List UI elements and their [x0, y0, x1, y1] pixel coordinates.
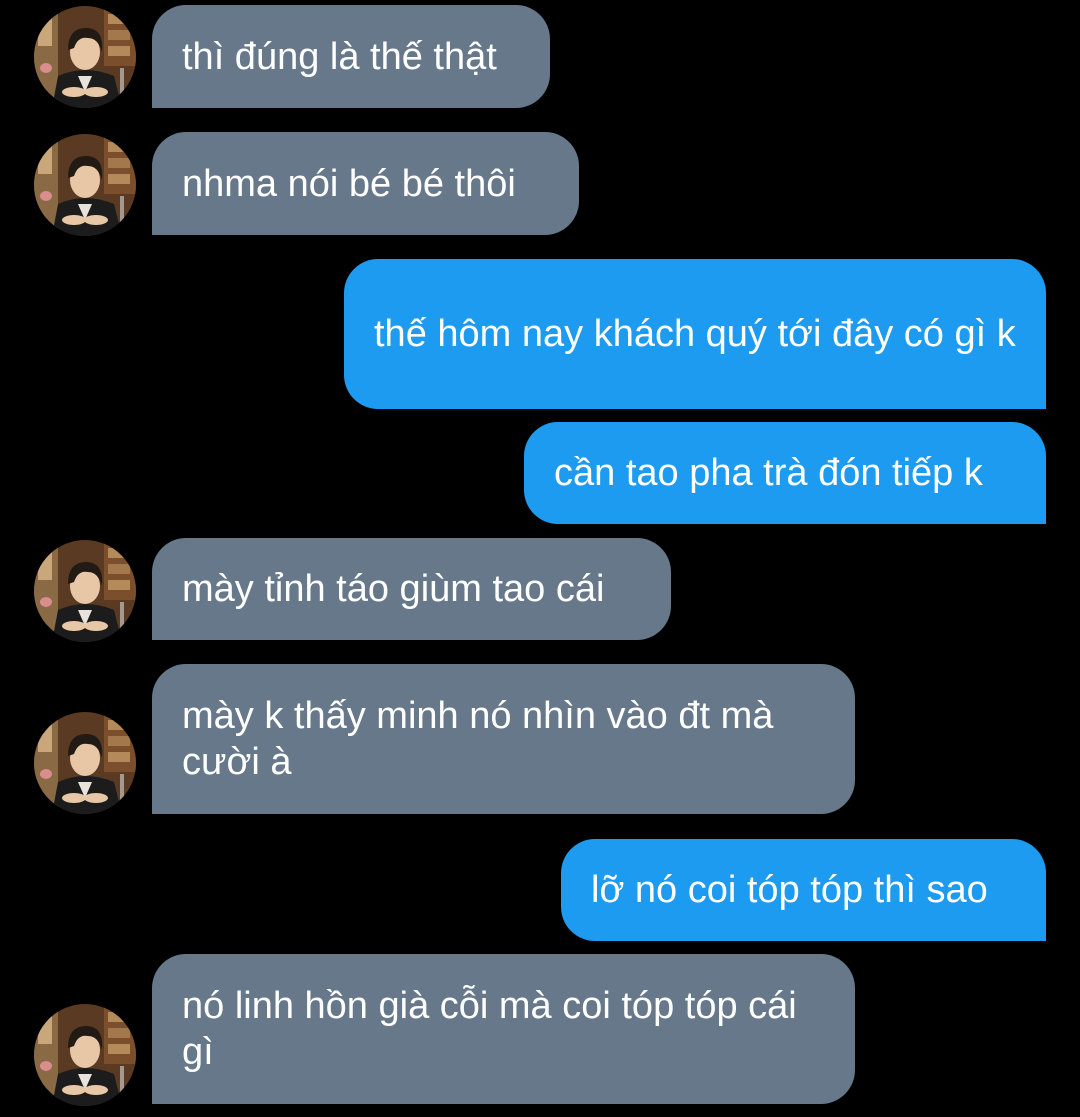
contact-avatar-icon[interactable]: [34, 134, 136, 236]
received-message-bubble[interactable]: nó linh hồn già cỗi mà coi tóp tóp cái g…: [152, 954, 855, 1104]
contact-avatar-icon[interactable]: [34, 540, 136, 642]
message-text: thì đúng là thế thật: [182, 35, 497, 78]
message-text: mày k thấy minh nó nhìn vào đt mà cười à: [182, 695, 774, 783]
received-message-bubble[interactable]: nhma nói bé bé thôi: [152, 132, 579, 235]
received-message-bubble[interactable]: thì đúng là thế thật: [152, 5, 550, 108]
contact-avatar-icon[interactable]: [34, 1004, 136, 1106]
message-text: nhma nói bé bé thôi: [182, 162, 516, 205]
message-text: mày tỉnh táo giùm tao cái: [182, 568, 605, 610]
contact-avatar-icon[interactable]: [34, 6, 136, 108]
sent-message-bubble[interactable]: thế hôm nay khách quý tới đây có gì k: [344, 259, 1046, 409]
message-text: nó linh hồn già cỗi mà coi tóp tóp cái g…: [182, 985, 797, 1073]
contact-avatar-icon[interactable]: [34, 712, 136, 814]
sent-message-bubble[interactable]: cần tao pha trà đón tiếp k: [524, 422, 1046, 524]
received-message-bubble[interactable]: mày k thấy minh nó nhìn vào đt mà cười à: [152, 664, 855, 814]
message-text: cần tao pha trà đón tiếp k: [554, 452, 983, 494]
received-message-bubble[interactable]: mày tỉnh táo giùm tao cái: [152, 538, 671, 640]
sent-message-bubble[interactable]: lỡ nó coi tóp tóp thì sao: [561, 839, 1046, 941]
message-text: thế hôm nay khách quý tới đây có gì k: [374, 313, 1016, 355]
message-text: lỡ nó coi tóp tóp thì sao: [591, 869, 988, 911]
